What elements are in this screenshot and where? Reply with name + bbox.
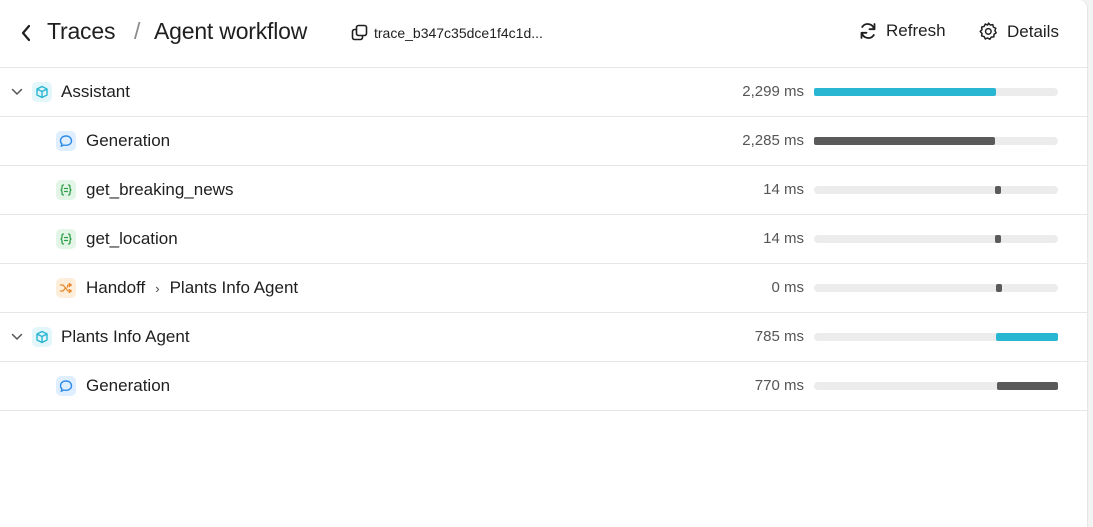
handoff-target: Plants Info Agent (169, 278, 299, 297)
timeline-track (814, 333, 1058, 341)
page-title: Agent workflow (154, 18, 308, 44)
span-duration: 14 ms (763, 230, 804, 247)
span-row-generation[interactable]: Generation 770 ms (0, 362, 1087, 411)
chevron-right-icon: › (155, 280, 160, 296)
expand-chevron-icon[interactable] (9, 329, 25, 345)
span-row-plants-info-agent[interactable]: Plants Info Agent 785 ms (0, 313, 1087, 362)
span-label: Handoff › Plants Info Agent (86, 278, 298, 298)
span-row-handoff[interactable]: Handoff › Plants Info Agent 0 ms (0, 264, 1087, 313)
timeline-track (814, 284, 1058, 292)
chat-bubble-icon (56, 376, 76, 396)
span-row-generation[interactable]: Generation 2,285 ms (0, 117, 1087, 166)
refresh-label: Refresh (886, 21, 946, 40)
span-duration: 2,299 ms (742, 83, 804, 100)
breadcrumb-separator: / (134, 18, 141, 44)
span-tree: Assistant 2,299 ms Generation 2,285 ms g… (0, 68, 1087, 411)
copy-icon (351, 24, 368, 41)
expand-chevron-icon[interactable] (9, 84, 25, 100)
span-row-get-breaking-news[interactable]: get_breaking_news 14 ms (0, 166, 1087, 215)
span-label: Generation (86, 131, 171, 150)
span-duration: 14 ms (763, 181, 804, 198)
span-label: get_breaking_news (86, 180, 234, 199)
trace-panel: Traces / Agent workflow trace_b347c35dce… (0, 0, 1087, 527)
timeline-bar (995, 186, 1002, 194)
timeline-track (814, 382, 1058, 390)
details-label: Details (1007, 21, 1059, 41)
span-duration: 785 ms (754, 328, 804, 345)
timeline-bar (996, 333, 1058, 341)
timeline-track (814, 88, 1058, 96)
gear-icon (979, 22, 997, 41)
shuffle-icon (56, 278, 76, 298)
timeline-track (814, 137, 1058, 145)
copy-trace-id-button[interactable]: trace_b347c35dce1f4c1d... (351, 24, 543, 41)
span-duration: 2,285 ms (742, 132, 804, 149)
breadcrumb-traces-link[interactable]: Traces (47, 18, 115, 45)
span-label: Generation (86, 376, 171, 395)
timeline-bar (814, 137, 996, 145)
back-button[interactable] (16, 22, 36, 44)
refresh-button[interactable]: Refresh (858, 21, 946, 41)
timeline-track (814, 186, 1058, 194)
chevron-left-icon (21, 24, 31, 42)
timeline-bar (997, 382, 1058, 390)
trace-id-text: trace_b347c35dce1f4c1d... (374, 24, 543, 41)
span-duration: 0 ms (771, 279, 804, 296)
timeline-bar (995, 235, 1002, 243)
timeline-bar (814, 88, 997, 96)
cube-icon (32, 82, 52, 102)
cube-icon (32, 327, 52, 347)
span-row-assistant[interactable]: Assistant 2,299 ms (0, 68, 1087, 117)
handoff-label: Handoff (86, 278, 146, 297)
span-label: get_location (86, 229, 178, 248)
details-button[interactable]: Details (978, 21, 1059, 42)
refresh-icon (860, 23, 876, 39)
span-duration: 770 ms (754, 377, 804, 394)
span-label: Plants Info Agent (61, 327, 190, 346)
chat-bubble-icon (56, 131, 76, 151)
span-label: Assistant (61, 82, 130, 101)
function-icon (56, 229, 76, 249)
trace-header: Traces / Agent workflow trace_b347c35dce… (0, 0, 1087, 68)
span-row-get-location[interactable]: get_location 14 ms (0, 215, 1087, 264)
timeline-track (814, 235, 1058, 243)
timeline-bar (996, 284, 1003, 292)
function-icon (56, 180, 76, 200)
